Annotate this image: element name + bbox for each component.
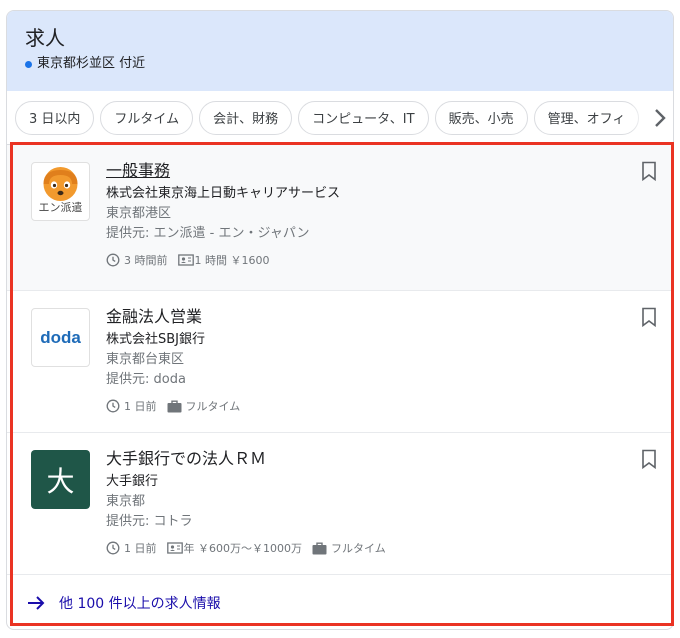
job-location: 東京都 — [106, 494, 146, 509]
job-location: 東京都台東区 — [106, 352, 185, 367]
chip-date[interactable]: 3 日以内 — [15, 100, 95, 135]
job-source: 提供元: コトラ — [106, 514, 193, 529]
job-info: 一般事務 株式会社東京海上日動キャリアサービス 東京都港区 提供元: エン派遣 … — [106, 160, 606, 268]
company-logo: エン派遣 — [31, 162, 90, 221]
location-label: 東京都杉並区 付近 — [37, 56, 146, 71]
location-dot-icon — [25, 60, 32, 68]
header-location[interactable]: 東京都杉並区 付近 — [25, 55, 655, 73]
filter-chips: 3 日以内 フルタイム 会計、財務 コンピュータ、IT 販売、小売 管理、オフィ — [7, 91, 673, 145]
job-meta: 3 時間前 1 時間 ￥1600 — [106, 252, 606, 268]
job-meta: 1 日前 年 ￥600万〜￥1000万 フルタイム — [106, 540, 606, 556]
chip-it[interactable]: コンピュータ、IT — [298, 100, 429, 135]
job-location: 東京都港区 — [106, 206, 172, 221]
clock-icon — [106, 541, 120, 555]
chips-scroll-button[interactable] — [629, 91, 673, 144]
job-listing[interactable]: エン派遣 一般事務 株式会社東京海上日動キャリアサービス 東京都港区 提供元: … — [7, 145, 673, 291]
clock-icon — [106, 399, 120, 413]
jobs-card: 求人 東京都杉並区 付近 3 日以内 フルタイム 会計、財務 コンピュータ、IT… — [6, 10, 674, 630]
job-source: 提供元: エン派遣 - エン・ジャパン — [106, 226, 310, 241]
more-jobs-link[interactable]: 他 100 件以上の求人情報 — [7, 575, 673, 629]
job-source: 提供元: doda — [106, 372, 186, 387]
posted-time: 1 日前 — [124, 400, 157, 413]
job-listing[interactable]: doda 金融法人営業 株式会社SBJ銀行 東京都台東区 提供元: doda 1… — [7, 291, 673, 433]
job-type: フルタイム — [185, 400, 241, 413]
company-logo: doda — [31, 308, 90, 367]
posted-time: 1 日前 — [124, 542, 157, 555]
header-title: 求人 — [25, 26, 65, 50]
job-title[interactable]: 一般事務 — [106, 160, 606, 182]
job-info: 大手銀行での法人ＲＭ 大手銀行 東京都 提供元: コトラ 1 日前 年 ￥600… — [106, 448, 606, 556]
bookmark-button[interactable] — [641, 449, 657, 473]
jobs-header: 求人 東京都杉並区 付近 — [7, 11, 673, 91]
job-company: 株式会社SBJ銀行 — [106, 332, 206, 347]
logo-text: 大 — [46, 464, 75, 498]
chevron-right-icon — [655, 109, 666, 127]
chip-sales[interactable]: 販売、小売 — [434, 100, 528, 135]
bookmark-button[interactable] — [641, 307, 657, 331]
more-jobs-text: 他 100 件以上の求人情報 — [59, 596, 221, 612]
salary-text: 年 ￥600万〜￥1000万 — [183, 542, 303, 555]
salary-text: 1 時間 ￥1600 — [194, 254, 270, 267]
arrow-right-icon — [28, 596, 45, 610]
chip-admin[interactable]: 管理、オフィ — [533, 100, 640, 135]
job-info: 金融法人営業 株式会社SBJ銀行 東京都台東区 提供元: doda 1 日前 フ… — [106, 306, 606, 414]
chip-accounting[interactable]: 会計、財務 — [199, 100, 293, 135]
briefcase-icon — [312, 542, 327, 554]
posted-time: 3 時間前 — [124, 254, 168, 267]
company-logo: 大 — [31, 450, 90, 509]
salary-icon — [166, 542, 183, 554]
bookmark-icon — [642, 449, 656, 470]
briefcase-icon — [167, 400, 181, 412]
bookmark-icon — [642, 161, 656, 182]
logo-text: doda — [40, 327, 81, 347]
logo-text: エン派遣 — [38, 201, 83, 214]
job-type: フルタイム — [331, 542, 386, 555]
job-title[interactable]: 大手銀行での法人ＲＭ — [106, 448, 606, 470]
chip-fulltime[interactable]: フルタイム — [100, 100, 194, 135]
bookmark-icon — [642, 307, 656, 328]
job-meta: 1 日前 フルタイム — [106, 398, 606, 414]
bookmark-button[interactable] — [641, 161, 657, 185]
clock-icon — [106, 253, 120, 267]
job-listing[interactable]: 大 大手銀行での法人ＲＭ 大手銀行 東京都 提供元: コトラ 1 日前 年 ￥6… — [7, 433, 673, 575]
job-title[interactable]: 金融法人営業 — [106, 306, 606, 328]
job-company: 大手銀行 — [106, 474, 159, 489]
job-company: 株式会社東京海上日動キャリアサービス — [106, 186, 341, 201]
salary-icon — [177, 254, 194, 266]
